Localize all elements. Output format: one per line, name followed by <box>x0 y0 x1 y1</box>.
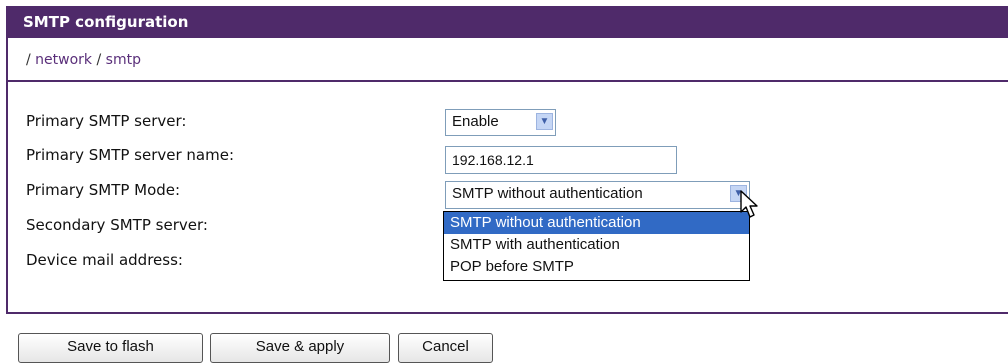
primary-smtp-server-select[interactable]: Enable ▼ <box>445 109 556 136</box>
dropdown-option-pop-before-smtp[interactable]: POP before SMTP <box>444 256 749 278</box>
breadcrumb-separator: / <box>96 52 102 68</box>
chevron-down-icon[interactable]: ▼ <box>536 113 553 130</box>
save-to-flash-button[interactable]: Save to flash <box>18 333 203 363</box>
breadcrumb-link-smtp[interactable]: smtp <box>106 52 141 68</box>
primary-smtp-server-name-input[interactable]: 192.168.12.1 <box>445 146 677 174</box>
device-mail-address-label: Device mail address: <box>26 251 183 269</box>
dropdown-option-smtp-without-auth[interactable]: SMTP without authentication <box>444 212 749 234</box>
breadcrumb-link-network[interactable]: network <box>35 52 92 68</box>
breadcrumb-separator: / <box>26 52 31 68</box>
primary-smtp-server-name-label: Primary SMTP server name: <box>26 146 235 164</box>
smtp-mode-dropdown-list: SMTP without authentication SMTP with au… <box>443 211 750 281</box>
mouse-pointer-icon <box>740 190 758 218</box>
primary-smtp-mode-value: SMTP without authentication <box>452 185 643 202</box>
secondary-smtp-server-label: Secondary SMTP server: <box>26 216 208 234</box>
save-and-apply-button[interactable]: Save & apply <box>210 333 390 363</box>
breadcrumb: / network / smtp <box>26 52 141 68</box>
panel-title: SMTP configuration <box>8 6 1008 38</box>
primary-smtp-server-label: Primary SMTP server: <box>26 112 187 130</box>
cancel-button[interactable]: Cancel <box>398 333 493 363</box>
primary-smtp-server-value: Enable <box>452 113 499 130</box>
primary-smtp-mode-select[interactable]: SMTP without authentication ▼ <box>445 181 750 209</box>
breadcrumb-divider <box>8 80 1008 82</box>
primary-smtp-mode-label: Primary SMTP Mode: <box>26 181 181 199</box>
dropdown-option-smtp-with-auth[interactable]: SMTP with authentication <box>444 234 749 256</box>
